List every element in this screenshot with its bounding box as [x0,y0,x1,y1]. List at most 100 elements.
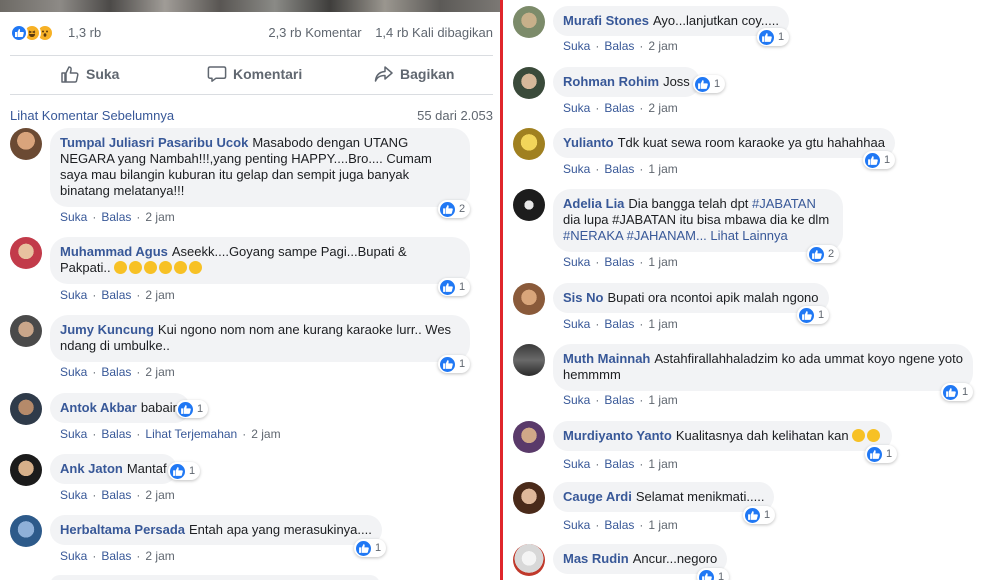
comment-author[interactable]: Jumy Kuncung [60,322,154,337]
reply-link[interactable]: Balas [101,488,131,502]
like-link[interactable]: Suka [563,162,590,176]
view-previous-comments-link[interactable]: Lihat Komentar Sebelumnya [10,108,174,123]
comment-author[interactable]: Cauge Ardi [563,489,632,504]
comment-like-count[interactable]: 2 [438,200,471,218]
comment-author[interactable]: Muth Mainnah [563,351,650,366]
avatar[interactable] [10,128,42,160]
comment-like-count[interactable]: 1 [438,278,471,296]
reaction-count[interactable]: 1,3 rb [68,25,101,40]
avatar[interactable] [10,237,42,269]
avatar[interactable] [513,189,545,221]
post-photo-strip[interactable] [0,0,500,12]
comment-author[interactable]: Herbaltama Persada [60,522,185,537]
comment-time[interactable]: 2 jam [145,488,174,502]
avatar[interactable] [513,344,545,376]
reply-link[interactable]: Balas [604,457,634,471]
comment-time[interactable]: 2 jam [648,101,677,115]
comment-time[interactable]: 2 jam [251,427,280,441]
avatar[interactable] [513,482,545,514]
comment-like-count[interactable]: 1 [797,306,830,324]
comment-like-count[interactable]: 1 [865,445,898,463]
reply-link[interactable]: Balas [604,393,634,407]
comment-author[interactable]: Muhammad Agus [60,244,168,259]
comment-like-count[interactable]: 1 [757,28,790,46]
comment-author[interactable]: Ank Jaton [60,461,123,476]
comment-time[interactable]: 2 jam [145,210,174,224]
hashtag-link[interactable]: #NERAKA [563,228,623,243]
comment-count[interactable]: 2,3 rb Komentar [268,25,361,40]
avatar[interactable] [513,283,545,315]
avatar[interactable] [513,6,545,38]
comment-like-count[interactable]: 1 [168,462,201,480]
like-link[interactable]: Suka [60,365,87,379]
share-count[interactable]: 1,4 rb Kali dibagikan [375,25,493,40]
comment-time[interactable]: 2 jam [145,365,174,379]
comment-time[interactable]: 2 jam [648,39,677,53]
like-button[interactable]: Suka [60,56,119,92]
comment-button[interactable]: Komentari [207,56,302,92]
comment-like-count[interactable]: 1 [693,75,726,93]
comment-time[interactable]: 1 jam [648,255,677,269]
like-link[interactable]: Suka [563,101,590,115]
like-link[interactable]: Suka [60,549,87,563]
share-button[interactable]: Bagikan [374,56,454,92]
like-link[interactable]: Suka [60,427,87,441]
avatar[interactable] [10,515,42,547]
like-link[interactable]: Suka [563,317,590,331]
comment-like-count[interactable]: 2 [807,245,840,263]
like-link[interactable]: Suka [563,393,590,407]
comment-author[interactable]: Murafi Stones [563,13,649,28]
comment-like-count[interactable]: 1 [941,383,974,401]
reply-link[interactable]: Balas [101,288,131,302]
avatar[interactable] [10,454,42,486]
hashtag-link[interactable]: #JABATAN [752,196,816,211]
comment-like-count[interactable]: 1 [176,400,209,418]
reply-link[interactable]: Balas [101,210,131,224]
comment-like-count[interactable]: 1 [863,151,896,169]
hashtag-link[interactable]: #JAHANAM... [627,228,707,243]
comment-time[interactable]: 1 jam [648,162,677,176]
comment-author[interactable]: Rohman Rohim [563,74,659,89]
avatar[interactable] [10,393,42,425]
comment-time[interactable]: 1 jam [648,518,677,532]
reply-link[interactable]: Balas [101,427,131,441]
comment-time[interactable]: 1 jam [648,457,677,471]
comment-like-count[interactable]: 1 [354,539,387,557]
like-link[interactable]: Suka [563,255,590,269]
reply-link[interactable]: Balas [604,255,634,269]
reply-link[interactable]: Balas [604,162,634,176]
comment-author[interactable]: Adelia Lia [563,196,624,211]
like-link[interactable]: Suka [563,39,590,53]
reply-link[interactable]: Balas [101,365,131,379]
reply-link[interactable]: Balas [604,518,634,532]
comment-time[interactable]: 2 jam [145,549,174,563]
avatar[interactable] [10,315,42,347]
avatar[interactable] [513,128,545,160]
like-link[interactable]: Suka [60,288,87,302]
comment-author[interactable]: Tumpal Juliasri Pasaribu Ucok [60,135,248,150]
comment-author[interactable]: Sis No [563,290,603,305]
comment-author[interactable]: Yulianto [563,135,614,150]
reply-link[interactable]: Balas [604,317,634,331]
reactions-summary[interactable]: 1,3 rb 2,3 rb Komentar 1,4 rb Kali dibag… [10,22,493,44]
like-link[interactable]: Suka [60,210,87,224]
comment-author[interactable]: Antok Akbar [60,400,137,415]
like-link[interactable]: Suka [60,488,87,502]
comment-like-count[interactable]: 1 [438,355,471,373]
like-link[interactable]: Suka [563,457,590,471]
comment-time[interactable]: 1 jam [648,393,677,407]
avatar[interactable] [513,544,545,576]
comment-author[interactable]: Murdiyanto Yanto [563,428,672,443]
avatar[interactable] [513,421,545,453]
avatar[interactable] [513,67,545,99]
comment-time[interactable]: 1 jam [648,317,677,331]
comment-author[interactable]: Mas Rudin [563,551,629,566]
comment-time[interactable]: 2 jam [145,288,174,302]
reply-link[interactable]: Balas [604,39,634,53]
comment-like-count[interactable]: 1 [743,506,776,524]
see-translation-link[interactable]: Lihat Terjemahan [145,427,237,441]
reply-link[interactable]: Balas [101,549,131,563]
reply-link[interactable]: Balas [604,101,634,115]
comment-like-count[interactable]: 1 [697,568,730,580]
see-more-link[interactable]: Lihat Lainnya [710,228,787,243]
